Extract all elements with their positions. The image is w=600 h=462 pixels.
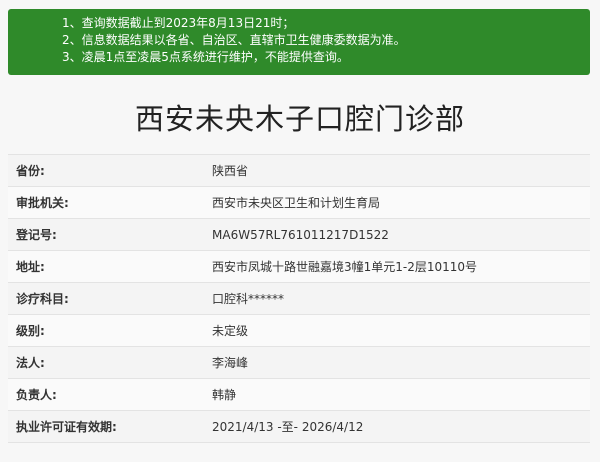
table-row: 级别: 未定级: [8, 315, 590, 347]
table-row: 登记号: MA6W57RL761011217D1522: [8, 219, 590, 251]
table-row: 诊疗科目: 口腔科******: [8, 283, 590, 315]
table-row: 执业许可证有效期: 2021/4/13 -至- 2026/4/12: [8, 411, 590, 443]
notice-banner: 1、查询数据截止到2023年8月13日21时； 2、信息数据结果以各省、自治区、…: [8, 9, 590, 75]
info-table: 省份: 陕西省 审批机关: 西安市未央区卫生和计划生育局 登记号: MA6W57…: [8, 154, 590, 443]
row-value-departments: 口腔科******: [212, 292, 285, 306]
row-label-province: 省份:: [16, 164, 45, 178]
row-value-province: 陕西省: [212, 164, 249, 178]
row-label-person-in-charge: 负责人:: [16, 388, 57, 402]
table-row: 省份: 陕西省: [8, 155, 590, 187]
row-value-address: 西安市凤城十路世融嘉境3幢1单元1-2层10110号: [212, 260, 478, 274]
notice-item: 3、凌晨1点至凌晨5点系统进行维护，不能提供查询。: [62, 50, 349, 64]
row-label-registration-number: 登记号:: [16, 228, 57, 242]
notice-item: 2、信息数据结果以各省、自治区、直辖市卫生健康委数据为准。: [62, 33, 406, 47]
row-value-registration-number: MA6W57RL761011217D1522: [212, 227, 389, 242]
row-value-level: 未定级: [212, 324, 249, 338]
row-value-license-validity: 2021/4/13 -至- 2026/4/12: [212, 420, 364, 434]
row-value-person-in-charge: 韩静: [212, 388, 237, 402]
page-title: 西安未央木子口腔门诊部: [134, 102, 465, 136]
row-label-license-validity: 执业许可证有效期:: [16, 420, 117, 434]
row-label-legal-person: 法人:: [16, 356, 45, 370]
row-label-address: 地址:: [16, 260, 45, 274]
table-row: 地址: 西安市凤城十路世融嘉境3幢1单元1-2层10110号: [8, 251, 590, 283]
table-row: 负责人: 韩静: [8, 379, 590, 411]
row-value-approval-authority: 西安市未央区卫生和计划生育局: [212, 196, 381, 210]
notice-item: 1、查询数据截止到2023年8月13日21时；: [62, 16, 295, 30]
row-label-approval-authority: 审批机关:: [16, 196, 69, 210]
row-value-legal-person: 李海峰: [212, 356, 249, 370]
table-row: 审批机关: 西安市未央区卫生和计划生育局: [8, 187, 590, 219]
row-label-departments: 诊疗科目:: [16, 292, 69, 306]
row-label-level: 级别:: [16, 324, 45, 338]
table-row: 法人: 李海峰: [8, 347, 590, 379]
